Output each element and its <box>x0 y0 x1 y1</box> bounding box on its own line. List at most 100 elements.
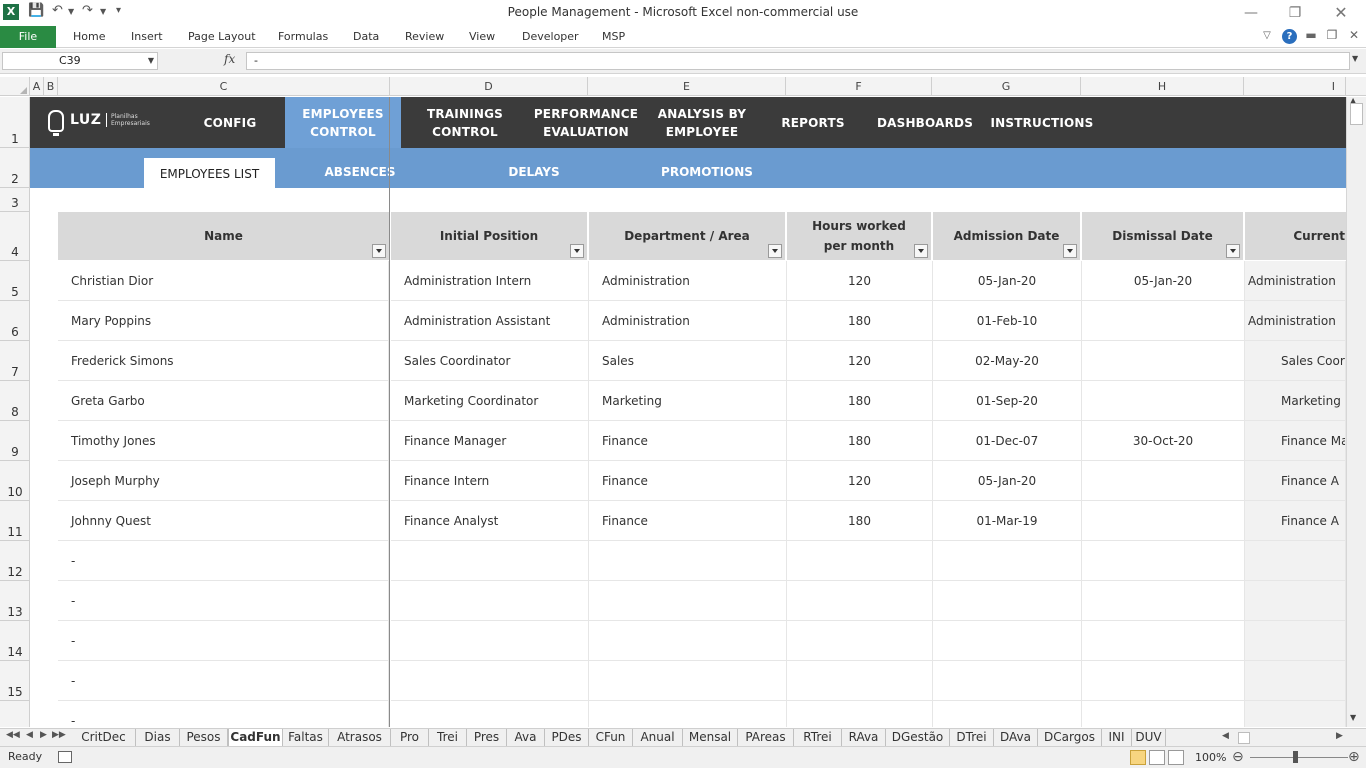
row-header[interactable]: 11 <box>0 501 29 541</box>
sheet-tab[interactable]: Ava <box>507 729 545 746</box>
sheet-tab[interactable]: RTrei <box>794 729 842 746</box>
cell-hours[interactable]: 180 <box>787 381 933 421</box>
cell-hours[interactable]: 180 <box>787 501 933 541</box>
cell-initial-position[interactable]: Finance Analyst <box>391 501 589 541</box>
cell-dismissal-date[interactable]: 30-Oct-20 <box>1082 421 1245 461</box>
cell-name[interactable]: Johnny Quest <box>58 501 389 541</box>
cell-initial-position[interactable]: Finance Manager <box>391 421 589 461</box>
cell-initial-position[interactable] <box>391 581 589 621</box>
redo-icon[interactable]: ↷ <box>82 3 93 18</box>
cell-initial-position[interactable] <box>391 541 589 581</box>
sheet-tab[interactable]: DGestão <box>886 729 950 746</box>
cell-dismissal-date[interactable] <box>1082 581 1245 621</box>
macro-record-icon[interactable] <box>58 751 72 763</box>
cell-name[interactable]: Mary Poppins <box>58 301 389 341</box>
filter-dropdown-icon[interactable] <box>768 244 782 258</box>
vertical-scroll-thumb[interactable] <box>1350 103 1363 125</box>
tab-view[interactable]: View <box>469 26 495 48</box>
minimize-button[interactable]: — <box>1236 3 1266 23</box>
cell-admission-date[interactable] <box>933 581 1082 621</box>
cell-current-position[interactable] <box>1245 701 1346 727</box>
cell-current-position[interactable]: Sales Coord <box>1245 341 1346 381</box>
row-header[interactable]: 12 <box>0 541 29 581</box>
subnav-promotions[interactable]: PROMOTIONS <box>652 148 762 188</box>
cell-department[interactable]: Sales <box>589 341 787 381</box>
cell-initial-position[interactable]: Finance Intern <box>391 461 589 501</box>
cell-department[interactable]: Administration <box>589 301 787 341</box>
filter-dropdown-icon[interactable] <box>372 244 386 258</box>
cell-department[interactable] <box>589 541 787 581</box>
cell-name[interactable]: Frederick Simons <box>58 341 389 381</box>
sheet-tab[interactable]: Atrasos <box>329 729 391 746</box>
sheet-tab[interactable]: PAreas <box>738 729 794 746</box>
cell-name[interactable]: Greta Garbo <box>58 381 389 421</box>
cell-hours[interactable] <box>787 701 933 727</box>
row-header[interactable]: 15 <box>0 661 29 701</box>
filter-dropdown-icon[interactable] <box>1063 244 1077 258</box>
sheet-tab[interactable]: INI <box>1102 729 1132 746</box>
redo-dropdown-icon[interactable]: ▼ <box>100 7 106 16</box>
cell-admission-date[interactable]: 05-Jan-20 <box>933 461 1082 501</box>
sheet-tab[interactable]: DCargos <box>1038 729 1102 746</box>
subnav-employees-list[interactable]: EMPLOYEES LIST <box>144 158 275 188</box>
cell-current-position[interactable]: Administration <box>1245 301 1346 341</box>
vertical-scrollbar[interactable]: ▲ ▼ <box>1346 96 1366 727</box>
sheet-tab[interactable]: Anual <box>633 729 683 746</box>
cell-dismissal-date[interactable] <box>1082 701 1245 727</box>
cell-current-position[interactable]: Finance A <box>1245 501 1346 541</box>
row-header[interactable]: 2 <box>0 148 29 188</box>
last-sheet-icon[interactable]: ▶▶ <box>52 730 66 740</box>
sheet-tab[interactable]: Mensal <box>683 729 738 746</box>
column-header-b[interactable]: B <box>44 77 58 96</box>
row-header[interactable]: 7 <box>0 341 29 381</box>
cell-admission-date[interactable]: 02-May-20 <box>933 341 1082 381</box>
row-header[interactable]: 9 <box>0 421 29 461</box>
close-button[interactable]: ✕ <box>1326 3 1356 23</box>
cell-department[interactable] <box>589 701 787 727</box>
tab-formulas[interactable]: Formulas <box>278 26 328 48</box>
cell-department[interactable]: Administration <box>589 261 787 301</box>
sheet-tab[interactable]: DUV <box>1132 729 1166 746</box>
scroll-left-icon[interactable]: ◀ <box>1222 731 1229 741</box>
sheet-tab[interactable]: Pesos <box>180 729 228 746</box>
save-icon[interactable]: 💾 <box>28 3 44 18</box>
scroll-down-icon[interactable]: ▼ <box>1350 713 1356 722</box>
select-all-button[interactable] <box>0 77 30 96</box>
prev-sheet-icon[interactable]: ◀ <box>26 730 33 740</box>
sheet-tab[interactable]: CritDec <box>72 729 136 746</box>
cell-initial-position[interactable] <box>391 701 589 727</box>
cell-dismissal-date[interactable] <box>1082 541 1245 581</box>
nav-reports[interactable]: REPORTS <box>757 97 869 148</box>
tab-insert[interactable]: Insert <box>131 26 163 48</box>
sheet-tab[interactable]: RAva <box>842 729 886 746</box>
cell-current-position[interactable] <box>1245 581 1346 621</box>
ribbon-minimize-icon[interactable]: ▬ <box>1303 28 1319 42</box>
column-header-f[interactable]: F <box>786 77 932 96</box>
cell-admission-date[interactable]: 01-Feb-10 <box>933 301 1082 341</box>
row-header[interactable]: 16 <box>0 701 29 727</box>
tab-page-layout[interactable]: Page Layout <box>188 26 256 48</box>
row-header[interactable]: 1 <box>0 97 29 148</box>
cell-admission-date[interactable]: 05-Jan-20 <box>933 261 1082 301</box>
sheet-tab[interactable]: CadFun <box>228 729 283 746</box>
cell-current-position[interactable]: Finance Ma <box>1245 421 1346 461</box>
insert-function-icon[interactable]: fx <box>224 52 235 66</box>
zoom-slider-track[interactable] <box>1250 757 1348 758</box>
sheet-tab[interactable]: Pro <box>391 729 429 746</box>
cell-initial-position[interactable]: Administration Intern <box>391 261 589 301</box>
sheet-tab[interactable]: Faltas <box>283 729 329 746</box>
subnav-absences[interactable]: ABSENCES <box>310 148 410 188</box>
cell-department[interactable]: Finance <box>589 501 787 541</box>
page-break-view-button[interactable] <box>1168 750 1184 765</box>
cell-department[interactable] <box>589 661 787 701</box>
column-header-g[interactable]: G <box>932 77 1081 96</box>
page-layout-view-button[interactable] <box>1149 750 1165 765</box>
cell-hours[interactable] <box>787 581 933 621</box>
cell-current-position[interactable]: Marketing Co <box>1245 381 1346 421</box>
name-box-dropdown-icon[interactable]: ▼ <box>148 53 154 69</box>
excel-app-icon[interactable]: X <box>3 4 19 20</box>
row-header[interactable]: 8 <box>0 381 29 421</box>
sheet-tab[interactable]: CFun <box>589 729 633 746</box>
undo-dropdown-icon[interactable]: ▼ <box>68 7 74 16</box>
zoom-in-icon[interactable]: ⊕ <box>1348 749 1360 765</box>
